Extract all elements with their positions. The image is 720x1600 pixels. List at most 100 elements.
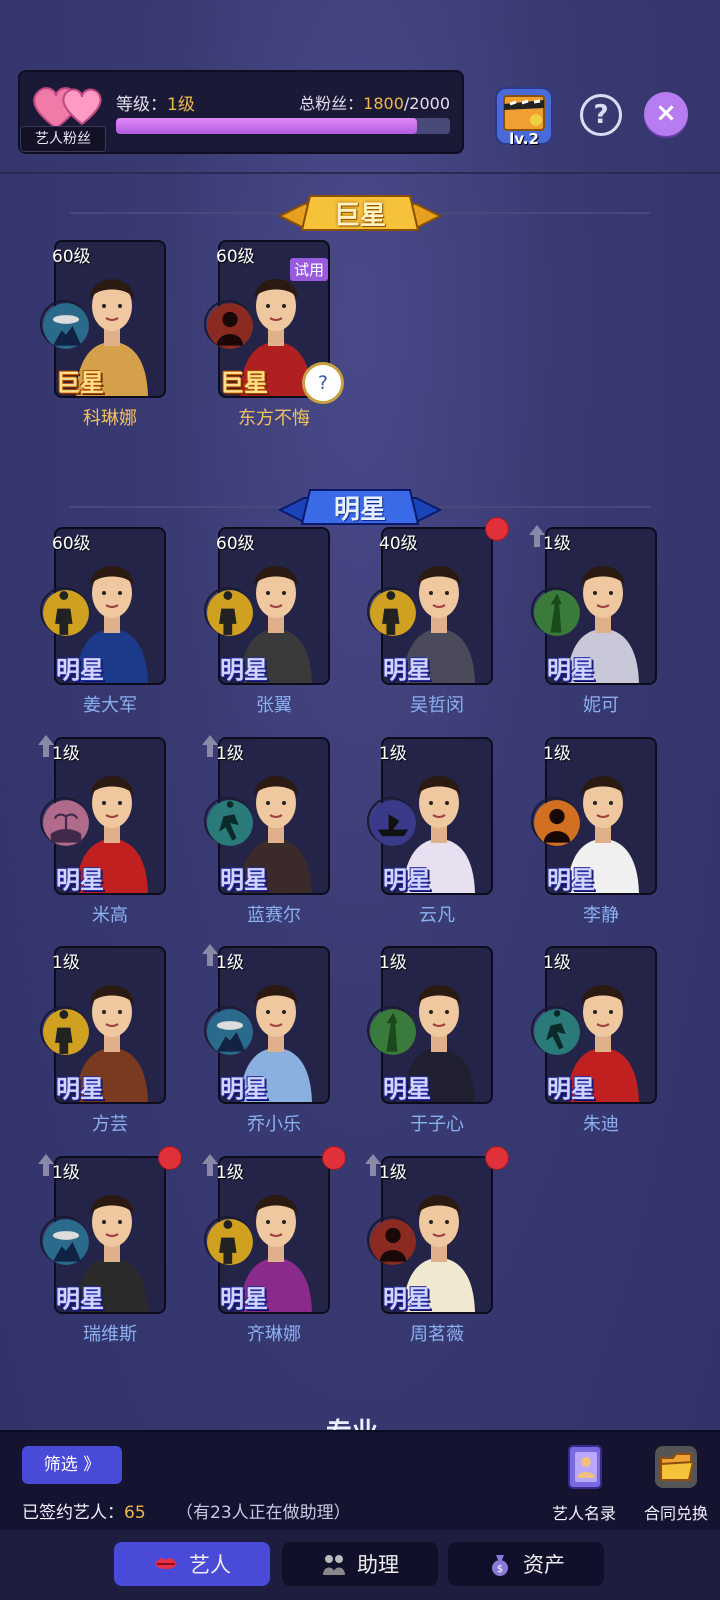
- artist-rank: 明星: [547, 1075, 595, 1103]
- roster-label: 艺人名录: [551, 1504, 616, 1523]
- signed-artists-text: 已签约艺人：65: [22, 1503, 146, 1523]
- level-text: 等级：1级: [116, 95, 195, 115]
- artist-card[interactable]: 60级 巨星 科琳娜: [40, 240, 166, 429]
- genre-icon: [40, 587, 89, 636]
- artist-name[interactable]: 科琳娜: [34, 404, 186, 430]
- artist-rank: 明星: [56, 656, 104, 684]
- artist-card[interactable]: 1级 明星 齐琳娜: [202, 1146, 346, 1345]
- artist-name[interactable]: 张翼: [198, 691, 350, 717]
- tab-assets-label: 资产: [523, 1553, 565, 1577]
- tab-artists[interactable]: 艺人: [114, 1542, 270, 1586]
- artist-card[interactable]: 1级 明星 李静: [531, 737, 657, 926]
- artist-card[interactable]: 1级 明星 方芸: [40, 946, 166, 1135]
- artist-name[interactable]: 吴哲闵: [361, 691, 513, 717]
- artist-name[interactable]: 周茗薇: [361, 1320, 513, 1346]
- artist-rank: 明星: [383, 1285, 431, 1313]
- section-rule: [70, 506, 280, 508]
- genre-icon: [40, 1006, 89, 1055]
- artist-rank: 明星: [220, 1075, 268, 1103]
- artist-name[interactable]: 齐琳娜: [198, 1320, 350, 1346]
- artist-level: 1级: [379, 744, 407, 764]
- total-fans-text: 总粉丝：1800/2000: [299, 94, 450, 113]
- genre-icon: [367, 1216, 416, 1265]
- assistant-note: （有23人正在做助理）: [176, 1503, 351, 1523]
- artist-name[interactable]: 云凡: [361, 901, 513, 927]
- star-section-title: 明星: [333, 494, 386, 525]
- fans-header-panel: 艺人粉丝 等级：1级 总粉丝：1800/2000: [18, 70, 464, 154]
- artist-name[interactable]: 妮可: [525, 691, 677, 717]
- artist-level: 1级: [52, 1163, 80, 1183]
- genre-icon: [367, 1006, 416, 1055]
- artist-name[interactable]: 于子心: [361, 1110, 513, 1136]
- artist-name[interactable]: 蓝赛尔: [198, 901, 350, 927]
- genre-icon: [204, 1006, 253, 1055]
- lips-icon: [155, 1558, 177, 1570]
- genre-icon: [367, 797, 416, 846]
- artist-name[interactable]: 东方不悔: [198, 404, 350, 430]
- studio-level-text: lv.2: [509, 130, 539, 148]
- artist-card[interactable]: 1级 明星 米高: [38, 735, 166, 926]
- artist-rank: 明星: [383, 866, 431, 894]
- artist-level: 1级: [379, 953, 407, 973]
- tab-assets[interactable]: $ 资产: [448, 1542, 604, 1586]
- genre-icon: [531, 587, 580, 636]
- trial-tag: 试用: [290, 258, 329, 281]
- genre-icon: [367, 587, 416, 636]
- artist-rank: 明星: [383, 656, 431, 684]
- tab-assistants[interactable]: 助理: [282, 1542, 438, 1586]
- artist-name[interactable]: 方芸: [34, 1110, 186, 1136]
- genre-icon: [531, 797, 580, 846]
- notification-dot: [158, 1146, 182, 1170]
- artist-level: 1级: [216, 1163, 244, 1183]
- genre-icon: [204, 1216, 253, 1265]
- artist-card[interactable]: 1级 明星 朱迪: [531, 946, 657, 1135]
- artist-level: 1级: [52, 953, 80, 973]
- artist-name[interactable]: 乔小乐: [198, 1110, 350, 1136]
- contract-folder-icon: [655, 1446, 697, 1488]
- artist-name[interactable]: 米高: [34, 901, 186, 927]
- svg-text:$: $: [497, 1564, 503, 1575]
- artist-name[interactable]: 瑞维斯: [34, 1320, 186, 1346]
- artist-card[interactable]: 40级 明星 吴哲闵: [367, 517, 509, 716]
- professional-section-title: 专业: [326, 1412, 378, 1430]
- artist-rank: 明星: [56, 866, 104, 894]
- close-button[interactable]: ×: [644, 92, 688, 136]
- artist-card[interactable]: 1级 明星 于子心: [367, 946, 493, 1135]
- artist-level: 1级: [543, 953, 571, 973]
- artist-card[interactable]: 60级 巨星 试用? 东方不悔: [204, 240, 344, 429]
- notification-dot: [485, 517, 509, 541]
- artist-name[interactable]: 姜大军: [34, 691, 186, 717]
- tab-artists-label: 艺人: [189, 1553, 231, 1577]
- artist-card[interactable]: 1级 明星 瑞维斯: [38, 1146, 182, 1345]
- money-bag-icon: $: [492, 1555, 508, 1576]
- artist-card[interactable]: 60级 明星 姜大军: [40, 527, 166, 716]
- hearts-icon: [33, 87, 102, 130]
- filter-button[interactable]: 筛选 》: [22, 1446, 122, 1484]
- artist-rank: 明星: [220, 866, 268, 894]
- artist-level: 60级: [216, 534, 255, 554]
- genre-icon: [204, 300, 253, 349]
- genre-icon: [204, 797, 253, 846]
- artist-card[interactable]: 60级 明星 张翼: [204, 527, 330, 716]
- superstar-section-title: 巨星: [333, 200, 386, 231]
- studio-level-badge[interactable]: lv.2: [492, 86, 556, 150]
- artist-card[interactable]: 1级 明星 乔小乐: [202, 944, 330, 1135]
- artist-card[interactable]: 1级 明星 蓝赛尔: [202, 735, 330, 926]
- artist-rank: 明星: [220, 656, 268, 684]
- swap-question-icon[interactable]: ?: [302, 362, 344, 404]
- help-button[interactable]: ?: [580, 94, 622, 136]
- artist-level: 1级: [543, 534, 571, 554]
- artist-rank: 明星: [220, 1285, 268, 1313]
- artist-card[interactable]: 1级 明星 云凡: [367, 737, 493, 926]
- artist-name[interactable]: 朱迪: [525, 1110, 677, 1136]
- contract-exchange-button[interactable]: 合同兑换: [636, 1442, 716, 1524]
- contract-label: 合同兑换: [643, 1504, 708, 1523]
- artist-rank: 明星: [383, 1075, 431, 1103]
- artist-name[interactable]: 李静: [525, 901, 677, 927]
- genre-icon: [40, 300, 89, 349]
- artist-level: 1级: [216, 744, 244, 764]
- artist-card[interactable]: 1级 明星 周茗薇: [365, 1146, 509, 1345]
- artist-card[interactable]: 1级 明星 妮可: [529, 525, 657, 716]
- genre-icon: [204, 587, 253, 636]
- artist-roster-button[interactable]: 艺人名录: [544, 1442, 624, 1524]
